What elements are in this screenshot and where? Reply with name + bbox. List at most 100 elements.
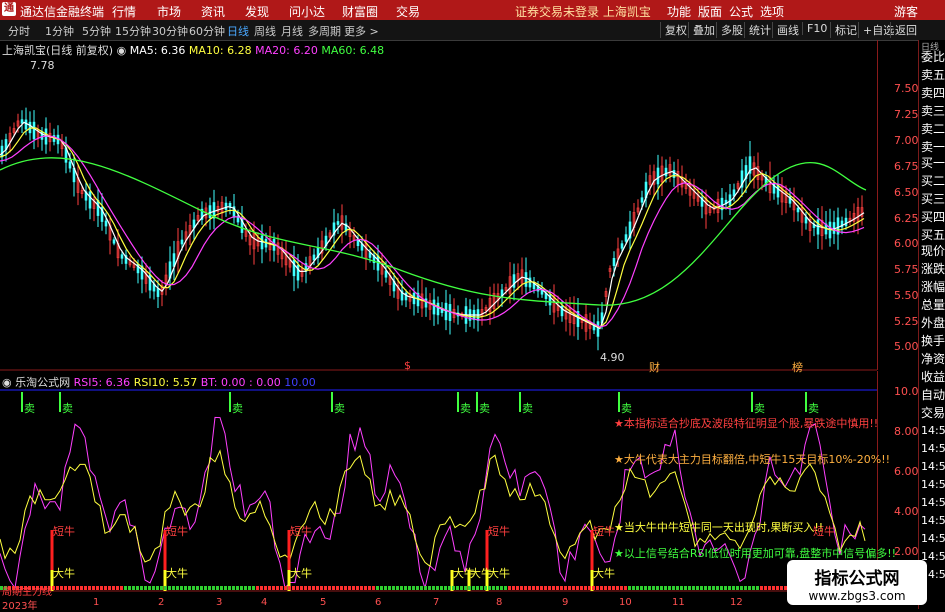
trend-strip-cell: [444, 586, 447, 590]
tick-time: 14:56: [921, 514, 945, 527]
sidebar-item-sell4[interactable]: 卖四: [921, 84, 945, 101]
note-4: ★以上信号结合RSI低位时用更加可靠,盘整市中信号偏多!!: [614, 547, 897, 560]
menu-faxian[interactable]: 发现: [245, 3, 269, 20]
tab-30min[interactable]: 30分钟: [152, 23, 188, 39]
trend-strip-cell: [428, 586, 431, 590]
sidebar-item-sell3[interactable]: 卖三: [921, 102, 945, 119]
back-button[interactable]: 返回: [890, 22, 917, 38]
quote-sidebar: 日线 委比 卖五 卖四 卖三 卖二 卖一 买一 买二 买三 买四 买五 现价 涨…: [918, 40, 945, 609]
trend-strip-cell: [672, 586, 675, 590]
trend-strip-cell: [368, 586, 371, 590]
sidebar-item-sell2[interactable]: 卖二: [921, 120, 945, 137]
ma60-label: MA60: 6.48: [321, 44, 385, 57]
fuquan-button[interactable]: 复权: [660, 22, 687, 38]
draw-line-button[interactable]: 画线: [772, 22, 799, 38]
event-marker-finance[interactable]: 财: [649, 359, 660, 375]
candle-body: [228, 203, 232, 207]
ma20-line: [0, 135, 865, 328]
candle-body: [32, 121, 36, 140]
trend-strip-cell: [744, 586, 747, 590]
trend-strip-cell: [512, 586, 515, 590]
legend-toggle-icon[interactable]: ◉: [117, 44, 127, 57]
trend-strip-cell: [136, 586, 139, 590]
menu-zixun[interactable]: 资讯: [201, 3, 225, 20]
f10-button[interactable]: F10: [802, 22, 827, 35]
menu-banmian[interactable]: 版面: [698, 3, 722, 20]
tab-fenshi[interactable]: 分时: [8, 23, 30, 39]
event-marker-dollar[interactable]: $: [404, 359, 411, 372]
trend-strip-cell: [424, 586, 427, 590]
sidebar-item-change[interactable]: 涨跌: [921, 260, 945, 277]
add-watchlist-button[interactable]: +自选: [858, 22, 894, 38]
sidebar-item-buy2[interactable]: 买二: [921, 172, 945, 189]
sidebar-item-buy4[interactable]: 买四: [921, 208, 945, 225]
trend-strip-cell: [656, 586, 659, 590]
trend-strip-cell: [376, 586, 379, 590]
tab-15min[interactable]: 15分钟: [115, 23, 151, 39]
sidebar-item-outer[interactable]: 外盘: [921, 314, 945, 331]
trend-strip-cell: [60, 586, 63, 590]
trend-strip-cell: [128, 586, 131, 590]
menu-gongshi[interactable]: 公式: [729, 3, 753, 20]
tab-5min[interactable]: 5分钟: [82, 23, 111, 39]
event-marker-board[interactable]: 榜: [792, 359, 803, 375]
x-axis-label: 7: [433, 597, 440, 608]
tab-monthly[interactable]: 月线: [281, 23, 303, 39]
trend-strip-cell: [352, 586, 355, 590]
sidebar-item-auto[interactable]: 自动: [921, 386, 945, 403]
menu-wenxiaoda[interactable]: 问小达: [289, 3, 325, 20]
note-2: ★大牛代表大主力目标翻倍,中短牛15天目标10%-20%!!: [614, 453, 891, 466]
x-axis-label: 12: [730, 597, 743, 608]
sidebar-item-eps[interactable]: 收益: [921, 368, 945, 385]
tab-weekly[interactable]: 周线: [254, 23, 276, 39]
sidebar-item-volume[interactable]: 总量: [921, 296, 945, 313]
sidebar-item-turnover[interactable]: 换手: [921, 332, 945, 349]
sidebar-item-weibi[interactable]: 委比: [921, 48, 945, 65]
trend-strip-cell: [188, 586, 191, 590]
sidebar-item-net-asset[interactable]: 净资: [921, 350, 945, 367]
stats-button[interactable]: 统计: [744, 22, 771, 38]
trend-strip-cell: [636, 586, 639, 590]
trend-strip-cell: [288, 586, 291, 590]
candle-body: [444, 302, 448, 321]
sidebar-item-trade[interactable]: 交易: [921, 404, 945, 421]
trend-strip-cell: [404, 586, 407, 590]
ma10-label: MA10: 6.28: [188, 44, 252, 57]
sidebar-item-buy3[interactable]: 买三: [921, 190, 945, 207]
trend-strip-cell: [704, 586, 707, 590]
menu-hangqing[interactable]: 行情: [112, 3, 136, 20]
sidebar-item-change-pct[interactable]: 涨幅: [921, 278, 945, 295]
tab-more[interactable]: 更多 >: [344, 23, 379, 39]
guest-button[interactable]: 游客: [894, 3, 918, 20]
menu-gongneng[interactable]: 功能: [667, 3, 691, 20]
rsi5-line: [0, 416, 866, 590]
trend-strip-cell: [304, 586, 307, 590]
sidebar-item-price[interactable]: 现价: [921, 242, 945, 259]
trend-strip-cell: [712, 586, 715, 590]
tab-60min[interactable]: 60分钟: [189, 23, 225, 39]
trend-strip-cell: [588, 586, 591, 590]
trend-strip-cell: [532, 586, 535, 590]
trend-strip-cell: [384, 586, 387, 590]
trend-strip-cell: [256, 586, 259, 590]
menu-jiaoyi[interactable]: 交易: [396, 3, 420, 20]
menu-caifuquan[interactable]: 财富圈: [342, 3, 378, 20]
menu-xuanxiang[interactable]: 选项: [760, 3, 784, 20]
sidebar-item-sell1[interactable]: 卖一: [921, 138, 945, 155]
candle-body: [224, 202, 228, 210]
tab-multi-period[interactable]: 多周期: [308, 23, 341, 39]
overlay-button[interactable]: 叠加: [688, 22, 715, 38]
sidebar-item-buy5[interactable]: 买五: [921, 226, 945, 243]
trend-strip-cell: [324, 586, 327, 590]
menu-shichang[interactable]: 市场: [157, 3, 181, 20]
mark-button[interactable]: 标记: [830, 22, 857, 38]
ma5-label: MA5: 6.36: [129, 44, 186, 57]
login-notice[interactable]: 证券交易未登录 上海凯宝: [515, 3, 651, 20]
trend-strip-cell: [220, 586, 223, 590]
multi-stock-button[interactable]: 多股: [716, 22, 743, 38]
sidebar-item-sell5[interactable]: 卖五: [921, 66, 945, 83]
tab-1min[interactable]: 1分钟: [45, 23, 74, 39]
indicator-toggle-icon[interactable]: ◉: [2, 376, 12, 389]
tab-daily[interactable]: 日线: [227, 23, 249, 39]
sidebar-item-buy1[interactable]: 买一: [921, 154, 945, 171]
